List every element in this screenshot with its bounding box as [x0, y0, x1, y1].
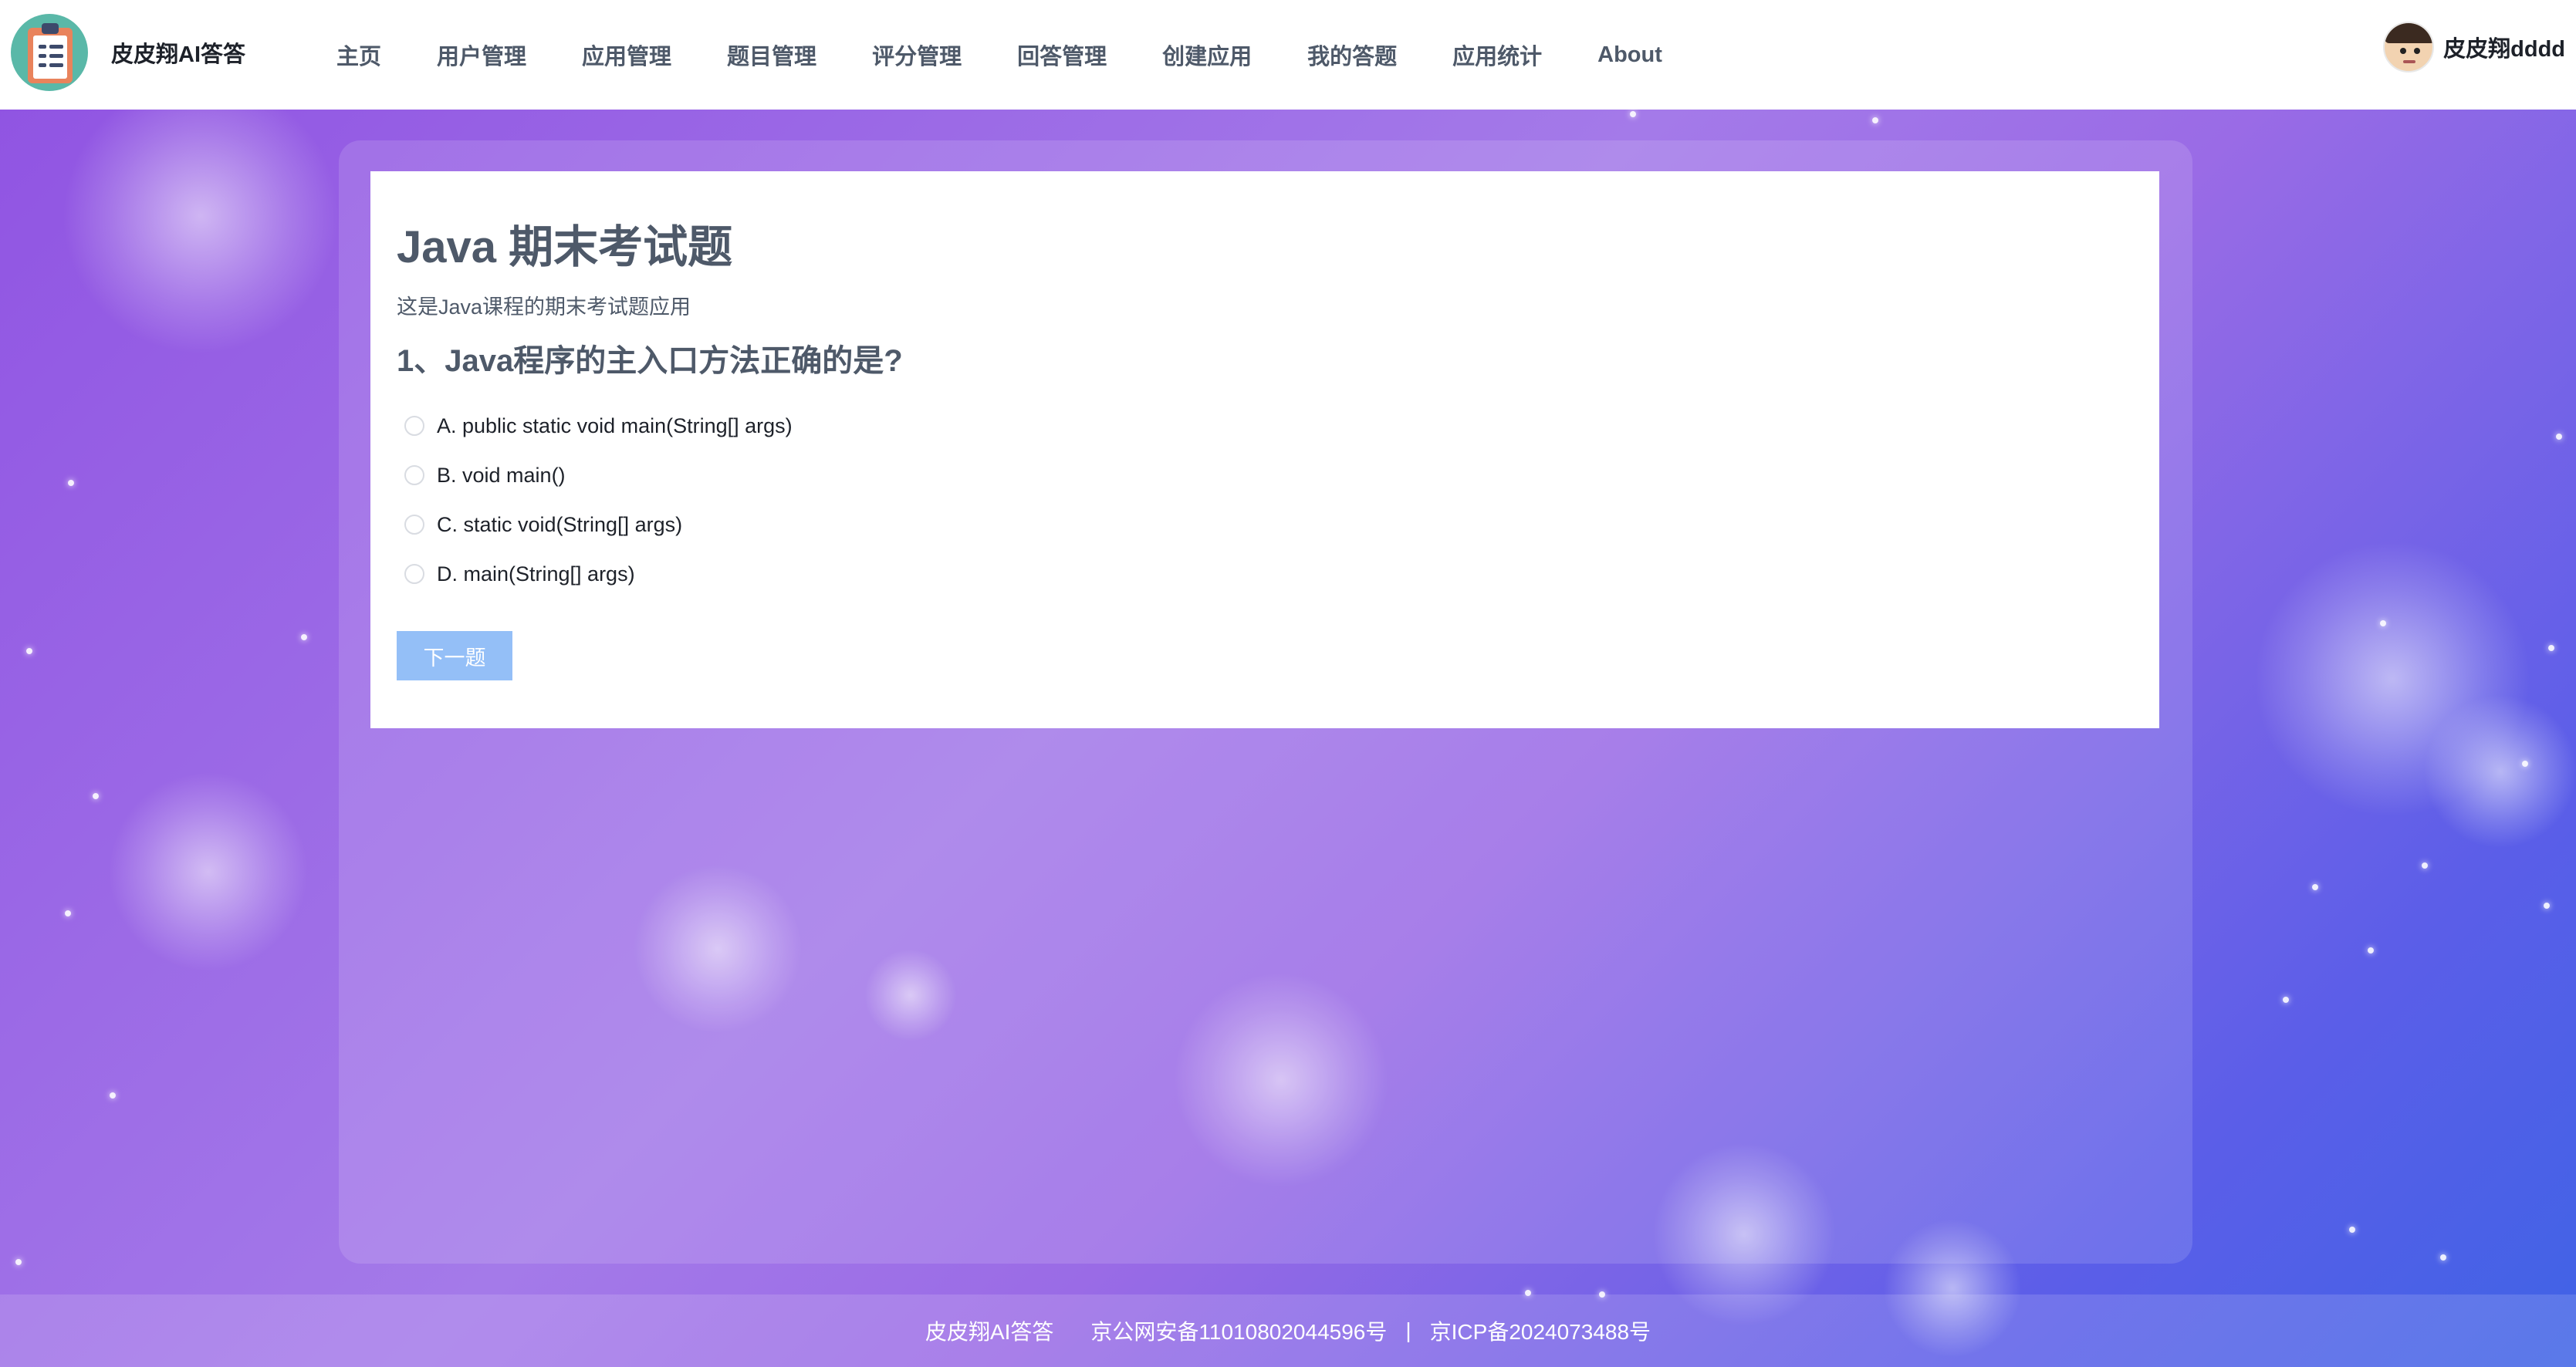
- star: [1872, 117, 1878, 123]
- police-record-link[interactable]: 京公网安备11010802044596号: [1090, 1315, 1387, 1346]
- brand[interactable]: 皮皮翔AI答答: [11, 14, 245, 91]
- option-label: A. public static void main(String[] args…: [437, 413, 793, 437]
- bokeh-light: [62, 77, 340, 355]
- star: [2544, 903, 2550, 909]
- option-label: D. main(String[] args): [437, 562, 635, 586]
- nav-item-question-management[interactable]: 题目管理: [699, 0, 844, 110]
- main-nav: 主页 用户管理 应用管理 题目管理 评分管理 回答管理 创建应用 我的答题 应用…: [309, 0, 1690, 110]
- quiz-card: Java 期末考试题 这是Java课程的期末考试题应用 1、Java程序的主入口…: [370, 171, 2159, 728]
- nav-item-create-app[interactable]: 创建应用: [1134, 0, 1280, 110]
- star: [2312, 884, 2318, 890]
- star: [2522, 761, 2528, 767]
- star: [26, 648, 32, 654]
- star: [93, 793, 99, 799]
- star: [2440, 1254, 2446, 1261]
- star: [301, 634, 307, 640]
- brand-name: 皮皮翔AI答答: [111, 42, 246, 67]
- question-text: 1、Java程序的主入口方法正确的是?: [397, 344, 903, 379]
- star: [2380, 620, 2386, 626]
- nav-item-home[interactable]: 主页: [309, 0, 409, 110]
- nav-item-user-management[interactable]: 用户管理: [409, 0, 554, 110]
- answer-option-d[interactable]: D. main(String[] args): [397, 549, 2133, 599]
- star: [15, 1259, 22, 1265]
- next-question-button[interactable]: 下一题: [397, 631, 512, 681]
- nav-item-my-answers[interactable]: 我的答题: [1280, 0, 1425, 110]
- star: [65, 910, 71, 916]
- nav-item-app-statistics[interactable]: 应用统计: [1425, 0, 1570, 110]
- star: [110, 1092, 116, 1099]
- nav-item-scoring-management[interactable]: 评分管理: [844, 0, 989, 110]
- radio-button[interactable]: [404, 564, 424, 585]
- radio-button[interactable]: [404, 416, 424, 437]
- top-nav-bar: 皮皮翔AI答答 主页 用户管理 应用管理 题目管理 评分管理 回答管理 创建应用…: [0, 0, 2576, 110]
- footer-brand: 皮皮翔AI答答: [925, 1320, 1054, 1344]
- star: [1630, 111, 1636, 117]
- star: [2368, 947, 2374, 954]
- answer-option-a[interactable]: A. public static void main(String[] args…: [397, 401, 2133, 451]
- username: 皮皮翔dddd: [2443, 37, 2565, 62]
- star: [2422, 862, 2428, 869]
- option-label: C. static void(String[] args): [437, 512, 683, 536]
- star: [2548, 645, 2554, 651]
- star: [2556, 434, 2562, 440]
- answer-options: A. public static void main(String[] args…: [397, 401, 2133, 599]
- nav-item-about[interactable]: About: [1570, 0, 1690, 110]
- option-label: B. void main(): [437, 463, 566, 487]
- quiz-description: 这是Java课程的期末考试题应用: [397, 295, 691, 319]
- nav-item-app-management[interactable]: 应用管理: [554, 0, 699, 110]
- star: [2349, 1227, 2355, 1233]
- user-menu[interactable]: 皮皮翔dddd: [2383, 22, 2565, 73]
- bokeh-light: [108, 771, 309, 972]
- clipboard-logo-icon: [11, 14, 88, 91]
- icp-record-link[interactable]: 京ICP备2024073488号: [1430, 1315, 1651, 1346]
- star: [68, 480, 74, 486]
- footer-separator: |: [1405, 1318, 1411, 1342]
- nav-item-answer-management[interactable]: 回答管理: [989, 0, 1134, 110]
- answer-option-b[interactable]: B. void main(): [397, 451, 2133, 500]
- radio-button[interactable]: [404, 515, 424, 535]
- answer-option-c[interactable]: C. static void(String[] args): [397, 500, 2133, 549]
- bokeh-light: [2423, 694, 2576, 849]
- footer: 皮皮翔AI答答 京公网安备11010802044596号 | 京ICP备2024…: [0, 1294, 2576, 1367]
- star: [2283, 997, 2289, 1003]
- user-avatar-icon[interactable]: [2383, 22, 2435, 73]
- radio-button[interactable]: [404, 465, 424, 486]
- quiz-title: Java 期末考试题: [397, 222, 733, 272]
